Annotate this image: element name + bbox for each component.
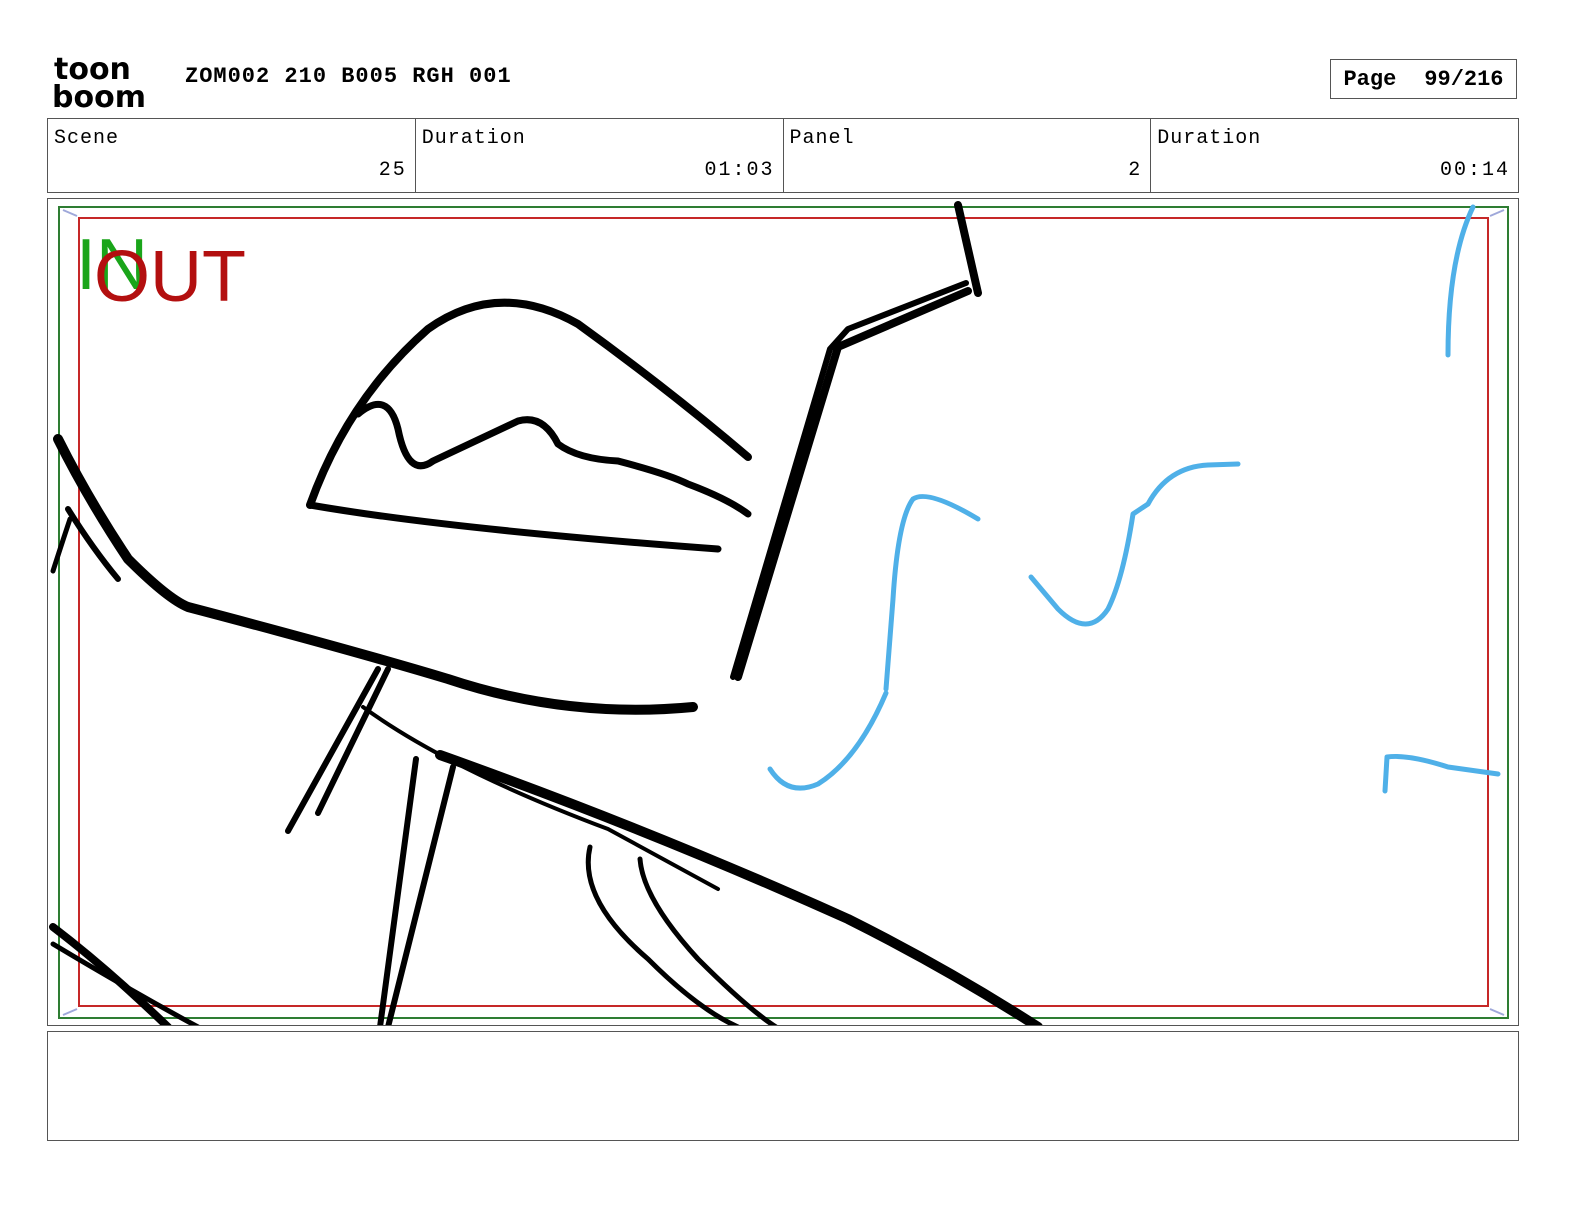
panel-duration-label: Duration [1157, 127, 1262, 150]
page-label: Page [1343, 66, 1397, 92]
scene-duration-label: Duration [421, 127, 526, 150]
logo-text-bottom: boom [52, 80, 146, 110]
panel-notes-box[interactable] [47, 1031, 1519, 1141]
scene-duration-cell: Duration 01:03 [416, 119, 784, 192]
panel-sketch [49, 201, 1509, 1025]
blue-sketch-strokes [767, 204, 1501, 794]
storyboard-panel: IN OUT [47, 198, 1519, 1026]
scene-duration-value: 01:03 [704, 159, 775, 182]
document-title: ZOM002 210 B005 RGH 001 [185, 64, 512, 89]
page-number: 99/216 [1424, 66, 1504, 92]
panel-info-bar: Scene 25 Duration 01:03 Panel 2 Duration… [47, 118, 1519, 193]
panel-duration-cell: Duration 00:14 [1151, 119, 1518, 192]
panel-cell: Panel 2 [784, 119, 1152, 192]
scene-value: 25 [378, 159, 407, 182]
scene-cell: Scene 25 [48, 119, 416, 192]
panel-label: Panel [789, 127, 855, 150]
out-marker: OUT [94, 237, 246, 317]
toon-boom-logo: toon boom [52, 52, 146, 110]
page-indicator: Page 99/216 [1330, 59, 1517, 99]
safe-frame-outer [58, 206, 1509, 1019]
panel-value: 2 [1128, 159, 1143, 182]
scene-label: Scene [54, 127, 120, 150]
panel-duration-value: 00:14 [1439, 159, 1510, 182]
